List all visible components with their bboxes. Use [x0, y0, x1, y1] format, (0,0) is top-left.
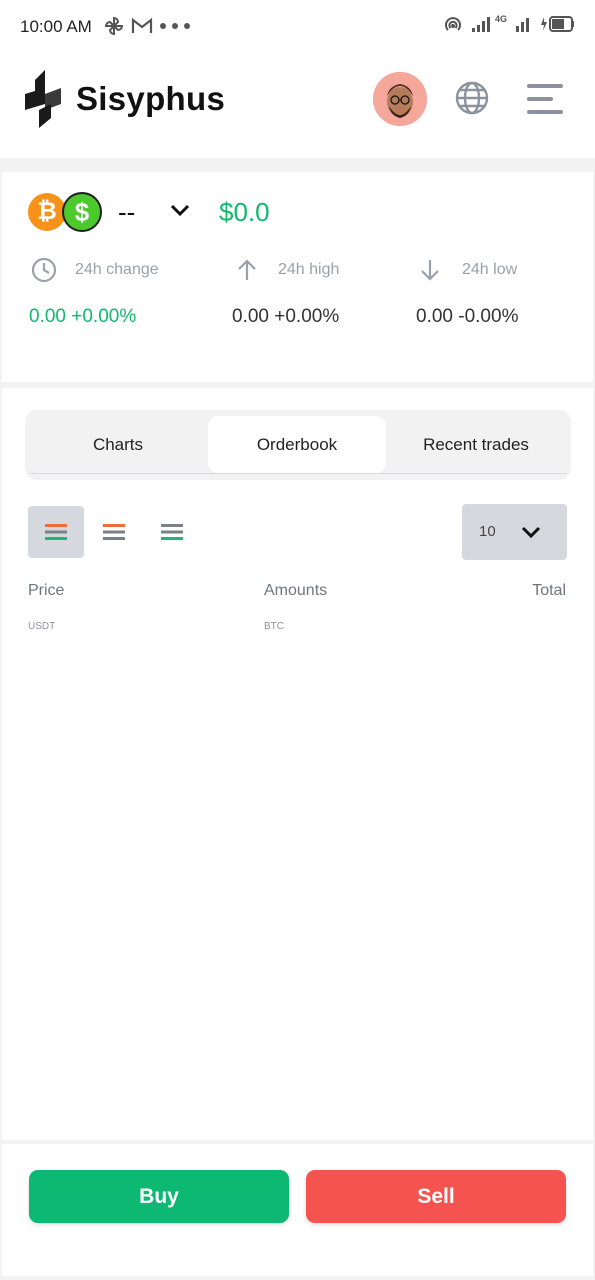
column-header-amounts: Amounts — [264, 582, 328, 599]
signal-icon — [516, 18, 529, 32]
pair-selector-label[interactable]: -- — [118, 197, 135, 228]
avatar[interactable] — [373, 72, 427, 126]
trade-actions: Buy Sell — [2, 1144, 593, 1276]
pinwheel-icon — [104, 16, 124, 36]
sell-button[interactable]: Sell — [306, 1170, 566, 1223]
clock-icon — [31, 257, 57, 283]
stat-label-24h-change: 24h change — [75, 261, 159, 278]
column-unit-price: USDT — [28, 621, 56, 632]
column-header-price: Price — [28, 582, 65, 599]
stat-value-24h-change: 0.00 +0.00% — [29, 306, 137, 327]
orderbook-asks-icon — [103, 524, 125, 540]
stat-label-24h-low: 24h low — [462, 261, 518, 278]
gmail-icon — [131, 17, 153, 33]
menu-icon[interactable] — [525, 82, 565, 116]
orderbook-panel: Charts Orderbook Recent trades 10 Price … — [2, 388, 593, 1140]
current-price: $0.0 — [219, 197, 270, 227]
arrow-down-icon — [421, 260, 439, 281]
tab-charts[interactable]: Charts — [29, 416, 207, 473]
bitcoin-icon: ₿ — [28, 193, 66, 231]
view-both-button[interactable] — [28, 506, 84, 558]
depth-value: 10 — [479, 523, 496, 540]
column-header-total: Total — [532, 582, 566, 599]
status-time: 10:00 AM — [20, 17, 92, 36]
depth-select[interactable]: 10 — [462, 504, 567, 560]
more-dots-icon — [160, 23, 190, 29]
network-type: 4G — [494, 14, 507, 24]
view-tabs: Charts Orderbook Recent trades — [25, 410, 571, 480]
app-header: Sisyphus — [0, 52, 595, 158]
market-ticker: ₿ $ -- $0.0 24h change 0.00 +0.00% 24h h… — [2, 172, 593, 382]
stat-value-24h-high: 0.00 +0.00% — [232, 306, 340, 327]
column-unit-amounts: BTC — [264, 621, 284, 632]
tab-orderbook[interactable]: Orderbook — [208, 416, 386, 473]
logo-icon — [25, 70, 61, 128]
brand-name: Sisyphus — [76, 80, 226, 117]
globe-icon[interactable] — [454, 80, 490, 116]
battery-charging-icon — [541, 16, 574, 32]
signal-icon — [471, 17, 490, 32]
view-bids-button[interactable] — [144, 506, 200, 558]
stat-label-24h-high: 24h high — [278, 261, 340, 278]
hotspot-icon — [445, 17, 461, 31]
view-asks-button[interactable] — [86, 506, 142, 558]
chevron-down-icon — [521, 526, 541, 539]
chevron-down-icon[interactable] — [168, 202, 192, 218]
buy-button[interactable]: Buy — [29, 1170, 289, 1223]
status-bar: 10:00 AM 4G — [0, 0, 595, 52]
orderbook-bids-icon — [161, 524, 183, 540]
arrow-up-icon — [238, 259, 256, 280]
orderbook-both-icon — [45, 524, 67, 540]
stat-value-24h-low: 0.00 -0.00% — [416, 306, 519, 327]
dollar-coin-icon: $ — [62, 192, 102, 232]
tab-recent-trades[interactable]: Recent trades — [387, 416, 565, 473]
